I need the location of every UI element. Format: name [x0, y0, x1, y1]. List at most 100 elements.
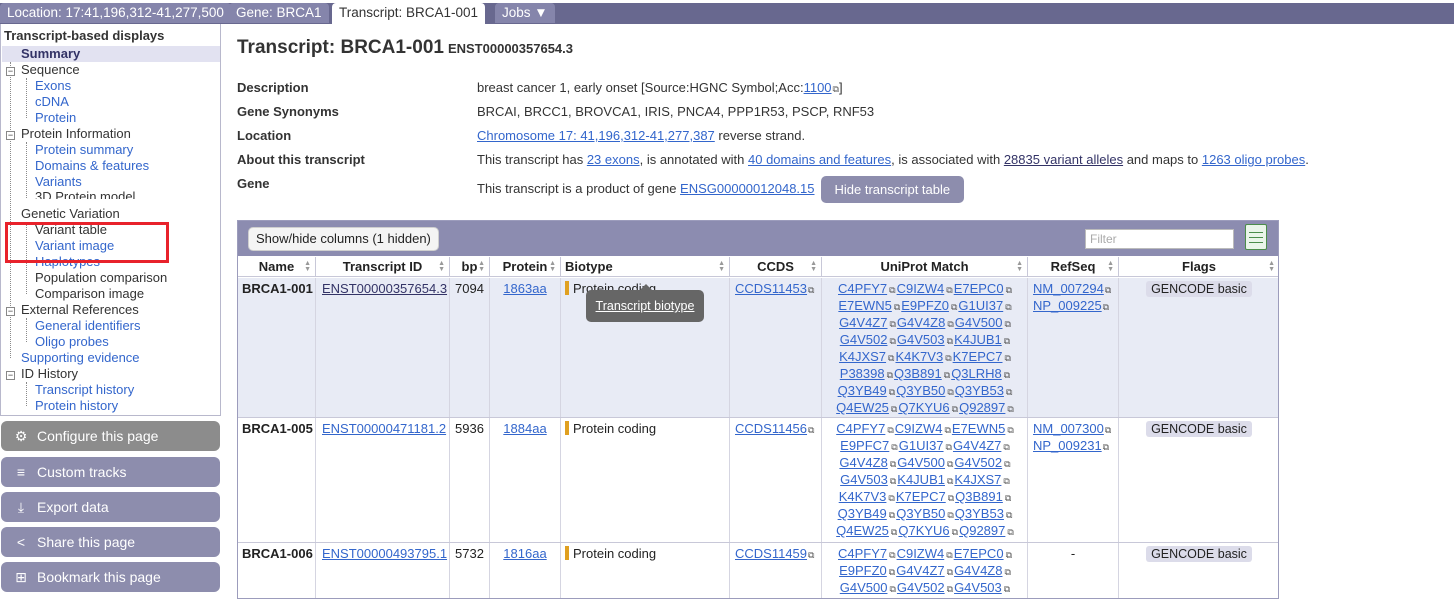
configure-page-button[interactable]: ⚙ Configure this page — [1, 421, 220, 451]
export-data-button[interactable]: ⤓ Export data — [1, 492, 220, 522]
col-ccds[interactable]: CCDS ▲ ▼ — [730, 257, 822, 277]
uniprot-link[interactable]: K4K7V3 — [895, 349, 943, 364]
sidebar-item-domains[interactable]: Domains & features — [35, 158, 149, 174]
uniprot-link[interactable]: K4K7V3 — [839, 489, 887, 504]
sidebar-item-summary[interactable]: Summary — [21, 46, 80, 62]
uniprot-link[interactable]: C4PFY7 — [838, 281, 887, 296]
uniprot-link[interactable]: Q7KYU6 — [898, 523, 949, 538]
sidebar-item-cdna[interactable]: cDNA — [35, 94, 69, 110]
uniprot-link[interactable]: E7EWN5 — [838, 298, 891, 313]
refseq-link[interactable]: NM_007294 — [1033, 281, 1104, 296]
protein-link[interactable]: 1816aa — [503, 546, 546, 561]
refseq-link[interactable]: NP_009231 — [1033, 438, 1102, 453]
col-flags[interactable]: Flags ▲ ▼ — [1119, 257, 1278, 277]
uniprot-link[interactable]: G4V503 — [840, 472, 888, 487]
sidebar-item-external-references[interactable]: External References — [21, 302, 139, 318]
col-name[interactable]: Name ▲ ▼ — [238, 257, 316, 277]
uniprot-link[interactable]: E7EWN5 — [952, 421, 1005, 436]
hide-transcript-table-button[interactable]: Hide transcript table — [820, 176, 965, 203]
uniprot-link[interactable]: Q3YB49 — [838, 383, 887, 398]
uniprot-link[interactable]: C4PFY7 — [838, 546, 887, 561]
uniprot-link[interactable]: K4JUB1 — [897, 472, 945, 487]
export-spreadsheet-icon[interactable] — [1245, 224, 1267, 250]
uniprot-link[interactable]: Q92897 — [959, 400, 1005, 415]
hgnc-link[interactable]: 1100 — [804, 80, 832, 95]
uniprot-link[interactable]: C9IZW4 — [895, 421, 943, 436]
uniprot-link[interactable]: G4V4Z7 — [896, 563, 944, 578]
gene-link[interactable]: ENSG00000012048.15 — [680, 181, 814, 196]
domains-link[interactable]: 40 domains and features — [748, 152, 891, 167]
uniprot-link[interactable]: G4V503 — [897, 332, 945, 347]
biotype-label[interactable]: Protein coding — [573, 421, 656, 436]
variants-link[interactable]: 28835 variant alleles — [1004, 152, 1123, 167]
uniprot-link[interactable]: E9PFZ0 — [839, 563, 887, 578]
uniprot-link[interactable]: G1UI37 — [899, 438, 944, 453]
uniprot-link[interactable]: G4V4Z8 — [897, 315, 945, 330]
col-refseq[interactable]: RefSeq ▲ ▼ — [1028, 257, 1119, 277]
uniprot-link[interactable]: Q3LRH8 — [951, 366, 1002, 381]
uniprot-link[interactable]: Q3YB53 — [955, 383, 1004, 398]
uniprot-link[interactable]: Q3YB49 — [838, 506, 887, 521]
bookmark-page-button[interactable]: ⊞ Bookmark this page — [1, 562, 220, 592]
protein-link[interactable]: 1884aa — [503, 421, 546, 436]
probes-link[interactable]: 1263 oligo probes — [1202, 152, 1305, 167]
transcript-id-link[interactable]: ENST00000493795.1 — [322, 546, 447, 561]
refseq-link[interactable]: NP_009225 — [1033, 298, 1102, 313]
tab-location[interactable]: Location: 17:41,196,312-41,277,500 — [0, 3, 231, 23]
uniprot-link[interactable]: Q4EW25 — [836, 523, 889, 538]
sidebar-item-protein-information[interactable]: Protein Information — [21, 126, 131, 142]
uniprot-link[interactable]: G4V500 — [897, 455, 945, 470]
sidebar-item-oligo-probes[interactable]: Oligo probes — [35, 334, 109, 350]
share-page-button[interactable]: < Share this page — [1, 527, 220, 557]
sidebar-item-population-comparison[interactable]: Population comparison — [35, 270, 167, 286]
sidebar-item-comparison-image[interactable]: Comparison image — [35, 286, 144, 302]
uniprot-link[interactable]: G4V4Z7 — [953, 438, 1001, 453]
refseq-link[interactable]: NM_007300 — [1033, 421, 1104, 436]
custom-tracks-button[interactable]: ≡ Custom tracks — [1, 457, 220, 487]
uniprot-link[interactable]: E7EPC0 — [954, 546, 1004, 561]
uniprot-link[interactable]: E9PFC7 — [840, 438, 889, 453]
col-biotype[interactable]: Biotype ▲ ▼ — [561, 257, 730, 277]
ccds-link[interactable]: CCDS11459 — [735, 546, 807, 561]
sidebar-item-general-identifiers[interactable]: General identifiers — [35, 318, 141, 334]
collapse-icon[interactable]: − — [6, 307, 15, 316]
transcript-id-link[interactable]: ENST00000357654.3 — [322, 281, 447, 296]
uniprot-link[interactable]: Q3YB50 — [896, 506, 945, 521]
uniprot-link[interactable]: G4V4Z7 — [839, 315, 887, 330]
ccds-link[interactable]: CCDS11453 — [735, 281, 807, 296]
sidebar-item-protein-summary[interactable]: Protein summary — [35, 142, 133, 158]
sidebar-item-exons[interactable]: Exons — [35, 78, 71, 94]
sidebar-item-supporting-evidence[interactable]: Supporting evidence — [21, 350, 140, 366]
uniprot-link[interactable]: K7EPC7 — [953, 349, 1003, 364]
location-link[interactable]: Chromosome 17: 41,196,312-41,277,387 — [477, 128, 715, 143]
uniprot-link[interactable]: Q4EW25 — [836, 400, 889, 415]
uniprot-link[interactable]: C9IZW4 — [897, 281, 945, 296]
biotype-label[interactable]: Protein coding — [573, 546, 656, 561]
filter-input[interactable]: Filter — [1085, 229, 1234, 249]
protein-link[interactable]: 1863aa — [503, 281, 546, 296]
exons-link[interactable]: 23 exons — [587, 152, 640, 167]
uniprot-link[interactable]: G4V502 — [840, 332, 888, 347]
sidebar-item-3d-protein-model[interactable]: 3D Protein model — [35, 190, 135, 199]
uniprot-link[interactable]: Q7KYU6 — [898, 400, 949, 415]
uniprot-link[interactable]: C4PFY7 — [836, 421, 885, 436]
col-uniprot[interactable]: UniProt Match ▲ ▼ — [822, 257, 1028, 277]
sidebar-item-id-history[interactable]: ID History — [21, 366, 78, 382]
collapse-icon[interactable]: − — [6, 67, 15, 76]
uniprot-link[interactable]: G4V4Z8 — [954, 563, 1002, 578]
uniprot-link[interactable]: E7EPC0 — [954, 281, 1004, 296]
show-hide-columns-button[interactable]: Show/hide columns (1 hidden) — [248, 227, 439, 251]
uniprot-link[interactable]: K4JXS7 — [954, 472, 1001, 487]
sidebar-item-genetic-variation[interactable]: Genetic Variation — [21, 206, 120, 222]
collapse-icon[interactable]: − — [6, 371, 15, 380]
sidebar-item-protein-history[interactable]: Protein history — [35, 398, 118, 414]
uniprot-link[interactable]: G4V502 — [897, 580, 945, 595]
col-transcript-id[interactable]: Transcript ID ▲ ▼ — [316, 257, 450, 277]
uniprot-link[interactable]: G4V500 — [840, 580, 888, 595]
uniprot-link[interactable]: K4JXS7 — [839, 349, 886, 364]
col-bp[interactable]: bp ▲ ▼ — [450, 257, 490, 277]
uniprot-link[interactable]: Q92897 — [959, 523, 1005, 538]
sidebar-item-protein[interactable]: Protein — [35, 110, 76, 126]
uniprot-link[interactable]: Q3B891 — [955, 489, 1003, 504]
uniprot-link[interactable]: Q3YB50 — [896, 383, 945, 398]
